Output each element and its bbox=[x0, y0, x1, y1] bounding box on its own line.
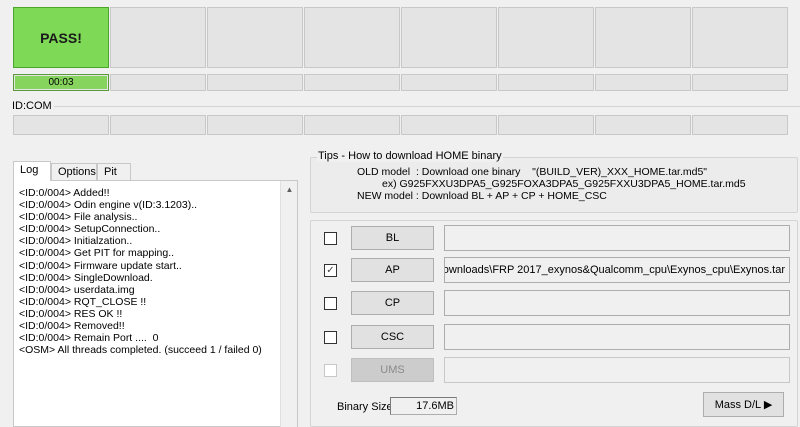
progress-slot bbox=[401, 74, 497, 91]
log-line: <ID:0/004> Added!! bbox=[19, 187, 110, 199]
log-line: <ID:0/004> Removed!! bbox=[19, 320, 125, 333]
progress-slot bbox=[207, 74, 303, 91]
csc-button[interactable]: CSC bbox=[351, 325, 434, 349]
ums-checkbox bbox=[324, 364, 337, 377]
com-slot bbox=[110, 115, 206, 135]
port-status-slot bbox=[110, 7, 206, 68]
log-line: <ID:0/004> Odin engine v(ID:3.1203).. bbox=[19, 199, 198, 212]
log-line: <ID:0/004> RQT_CLOSE !! bbox=[19, 295, 147, 308]
mass-download-button[interactable]: Mass D/L ▶ bbox=[703, 392, 784, 417]
cp-button[interactable]: CP bbox=[351, 291, 434, 315]
tip-example: ex) G925FXXU3DPA5_G925FOXA3DPA5_G925FXXU… bbox=[382, 178, 746, 190]
cp-checkbox[interactable] bbox=[324, 297, 337, 310]
com-slot bbox=[207, 115, 303, 135]
bl-checkbox[interactable] bbox=[324, 232, 337, 245]
cp-path-field[interactable] bbox=[444, 290, 790, 316]
tips-title: Tips - How to download HOME binary bbox=[317, 150, 503, 162]
timer-label: 00:03 bbox=[48, 77, 74, 88]
port-status-pass: PASS! bbox=[13, 7, 109, 68]
com-slot bbox=[498, 115, 594, 135]
log-line: <ID:0/004> Get PIT for mapping.. bbox=[19, 247, 175, 260]
ums-button: UMS bbox=[351, 358, 434, 382]
log-line: <ID:0/004> Initialzation.. bbox=[19, 235, 133, 248]
binary-size-value: 17.6MB bbox=[390, 397, 457, 415]
com-slot bbox=[595, 115, 691, 135]
port-status-slot bbox=[304, 7, 400, 68]
ums-path-field bbox=[444, 357, 790, 383]
log-line: <ID:0/004> Firmware update start.. bbox=[19, 259, 182, 272]
port-status-slot bbox=[498, 7, 594, 68]
progress-slot bbox=[304, 74, 400, 91]
tab-pit[interactable]: Pit bbox=[97, 163, 131, 181]
log-scrollbar[interactable]: ▲ bbox=[280, 181, 297, 427]
progress-bar: 00:03 bbox=[13, 74, 109, 91]
binary-size-label: Binary Size bbox=[337, 401, 393, 413]
progress-slot bbox=[110, 74, 206, 91]
progress-slot bbox=[692, 74, 788, 91]
scroll-up-icon[interactable]: ▲ bbox=[281, 181, 298, 198]
progress-slot bbox=[595, 74, 691, 91]
log-line: <ID:0/004> SetupConnection.. bbox=[19, 223, 161, 236]
port-status-slot bbox=[692, 7, 788, 68]
ap-button[interactable]: AP bbox=[351, 258, 434, 282]
port-status-slot bbox=[401, 7, 497, 68]
tip-old-model: OLD model : Download one binary "(BUILD_… bbox=[357, 166, 708, 178]
progress-slot bbox=[498, 74, 594, 91]
log-output[interactable]: <ID:0/004> Added!! <ID:0/004> Odin engine… bbox=[13, 180, 298, 427]
log-line: <ID:0/004> RES OK !! bbox=[19, 307, 123, 320]
csc-path-field[interactable] bbox=[444, 324, 790, 350]
bl-button[interactable]: BL bbox=[351, 226, 434, 250]
com-slot bbox=[304, 115, 400, 135]
csc-checkbox[interactable] bbox=[324, 331, 337, 344]
log-line: <ID:0/004> File analysis.. bbox=[19, 211, 138, 224]
log-line: <OSM> All threads completed. (succeed 1 … bbox=[19, 344, 262, 357]
pass-label: PASS! bbox=[40, 29, 82, 46]
com-slot bbox=[401, 115, 497, 135]
log-line: <ID:0/004> SingleDownload. bbox=[19, 271, 153, 284]
log-line: <ID:0/004> userdata.img bbox=[19, 283, 135, 296]
ap-path-field[interactable]: HUN\Downloads\FRP 2017_exynos&Qualcomm_c… bbox=[444, 257, 790, 283]
com-slot bbox=[692, 115, 788, 135]
idcom-label: ID:COM bbox=[12, 100, 54, 112]
port-status-slot bbox=[595, 7, 691, 68]
log-line: <ID:0/004> Remain Port .... 0 bbox=[19, 332, 159, 345]
port-status-slot bbox=[207, 7, 303, 68]
com-slot bbox=[13, 115, 109, 135]
idcom-divider bbox=[12, 106, 800, 107]
tab-options[interactable]: Options bbox=[51, 163, 97, 181]
ap-path-text: HUN\Downloads\FRP 2017_exynos&Qualcomm_c… bbox=[444, 264, 785, 276]
bl-path-field[interactable] bbox=[444, 225, 790, 251]
ap-checkbox[interactable]: ✓ bbox=[324, 264, 337, 277]
tab-log[interactable]: Log bbox=[13, 161, 51, 181]
progress-fill: 00:03 bbox=[15, 76, 107, 89]
tip-new-model: NEW model : Download BL + AP + CP + HOME… bbox=[357, 190, 607, 202]
